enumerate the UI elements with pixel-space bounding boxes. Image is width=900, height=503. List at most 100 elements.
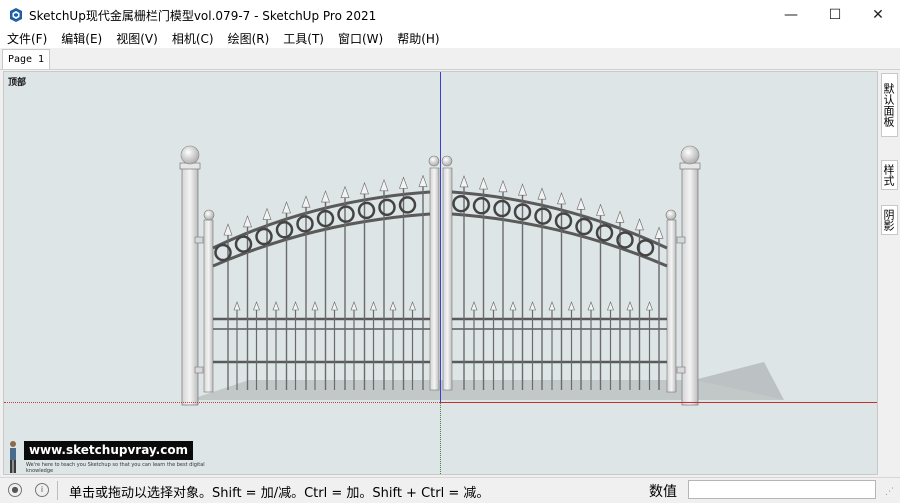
spear-tip <box>654 226 664 239</box>
title-bar: SketchUp现代金属栅栏门模型vol.079-7 - SketchUp Pr… <box>0 0 900 30</box>
spear-tip <box>340 185 350 198</box>
spear-tip <box>596 203 605 216</box>
geo-location-icon[interactable]: ● <box>8 483 22 497</box>
spear-tip <box>409 301 416 311</box>
spear-tip <box>292 301 299 311</box>
spear-tip <box>635 218 644 231</box>
ring-ornament <box>554 212 573 230</box>
spear-tip <box>223 223 233 236</box>
spear-tip <box>399 176 408 189</box>
spear-tip <box>350 301 358 311</box>
spear-tip <box>646 301 653 311</box>
spear-tip <box>301 195 311 208</box>
menu-file[interactable]: 文件(F) <box>0 30 54 48</box>
info-icon[interactable]: i <box>35 483 49 497</box>
spear-tip <box>479 177 488 190</box>
menu-tools[interactable]: 工具(T) <box>276 30 331 48</box>
gate-model[interactable] <box>4 72 878 475</box>
green-axis <box>440 402 441 474</box>
spear-tip <box>626 301 634 311</box>
menu-draw[interactable]: 绘图(R) <box>221 30 277 48</box>
tray-tab-styles[interactable]: 样式 <box>881 160 898 190</box>
spear-tip <box>548 301 556 311</box>
spear-tip <box>470 301 478 311</box>
spear-tip <box>459 175 469 188</box>
minimize-button[interactable]: — <box>769 0 813 30</box>
menu-camera[interactable]: 相机(C) <box>165 30 221 48</box>
ring-ornament <box>534 207 552 225</box>
menu-help[interactable]: 帮助(H) <box>390 30 446 48</box>
right-gate-leaf <box>451 190 668 364</box>
right-main-post <box>679 145 701 406</box>
left-main-post <box>179 145 201 406</box>
ring-ornament <box>337 205 355 223</box>
spear-tip <box>418 174 428 187</box>
spear-tip <box>243 215 252 228</box>
status-message: 单击或拖动以选择对象。Shift = 加/减。Ctrl = 加。Shift + … <box>69 486 490 501</box>
maximize-button[interactable]: ☐ <box>813 0 857 30</box>
ring-ornament <box>636 239 655 257</box>
tab-page-1[interactable]: Page 1 <box>2 49 50 69</box>
spear-tip <box>311 301 319 311</box>
maximize-icon: ☐ <box>828 7 842 23</box>
scale-figure-icon <box>10 441 16 473</box>
tray-tab-shadows[interactable]: 阴影 <box>881 205 898 235</box>
ring-ornament <box>255 227 273 246</box>
resize-grip-icon[interactable]: ⋰ <box>885 487 897 499</box>
minimize-icon: — <box>784 7 798 23</box>
status-bar: ● i 单击或拖动以选择对象。Shift = 加/减。Ctrl = 加。Shif… <box>0 477 900 503</box>
watermark-caption: We're here to teach you Sketchup so that… <box>26 462 205 474</box>
ring-ornament <box>575 217 593 236</box>
spear-tip <box>615 210 625 223</box>
tray-tab-default[interactable]: 默认面板 <box>881 73 898 137</box>
menu-window[interactable]: 窗口(W) <box>331 30 390 48</box>
close-button[interactable]: ✕ <box>856 0 900 30</box>
spear-tip <box>576 197 586 210</box>
menu-bar: 文件(F) 编辑(E) 视图(V) 相机(C) 绘图(R) 工具(T) 窗口(W… <box>0 30 900 48</box>
spear-tip <box>529 301 536 311</box>
spear-tip <box>321 190 330 203</box>
ring-ornament <box>378 198 396 217</box>
blue-axis <box>440 72 441 402</box>
ring-ornament <box>472 197 491 215</box>
ring-ornament <box>275 221 294 239</box>
ring-ornament <box>234 235 253 253</box>
spear-tip <box>331 301 338 311</box>
menu-edit[interactable]: 编辑(E) <box>54 30 109 48</box>
ring-ornament <box>398 196 417 214</box>
watermark-banner: www.sketchupvray.com <box>24 441 193 460</box>
spear-tip <box>557 192 566 205</box>
ring-ornament <box>595 224 614 242</box>
ring-ornament <box>452 194 470 213</box>
measurements-label: 数值 <box>649 484 677 500</box>
spear-tip <box>370 301 377 311</box>
left-gate-leaf <box>212 190 431 364</box>
spear-tip <box>498 179 508 193</box>
red-axis-negative <box>4 402 440 403</box>
spear-tip <box>272 301 280 311</box>
spear-tip <box>233 301 241 311</box>
spear-tip <box>490 301 497 311</box>
measurements-input[interactable] <box>688 480 876 499</box>
scene-tab-strip: Page 1 <box>0 48 900 70</box>
close-icon: ✕ <box>872 7 884 23</box>
spear-tip <box>518 183 527 196</box>
spear-tip <box>282 201 291 214</box>
ring-ornament <box>493 199 511 218</box>
spear-tip <box>537 187 547 200</box>
right-tray: 默认面板 样式 阴影 <box>878 71 900 475</box>
ring-ornament <box>296 215 314 233</box>
spear-tip <box>262 207 272 220</box>
menu-view[interactable]: 视图(V) <box>109 30 165 48</box>
ring-ornament <box>357 201 376 220</box>
status-divider <box>57 481 58 500</box>
window-title: SketchUp现代金属栅栏门模型vol.079-7 - SketchUp Pr… <box>29 9 377 23</box>
spear-tip <box>379 178 389 192</box>
modeling-viewport[interactable]: 顶部 www.sketchupvray.com We're here to te… <box>3 71 878 475</box>
spear-tip <box>568 301 575 311</box>
red-axis <box>440 402 877 403</box>
spear-tip <box>587 301 595 311</box>
sketchup-app-icon <box>10 8 22 22</box>
spear-tip <box>509 301 517 311</box>
spear-tip <box>607 301 614 311</box>
